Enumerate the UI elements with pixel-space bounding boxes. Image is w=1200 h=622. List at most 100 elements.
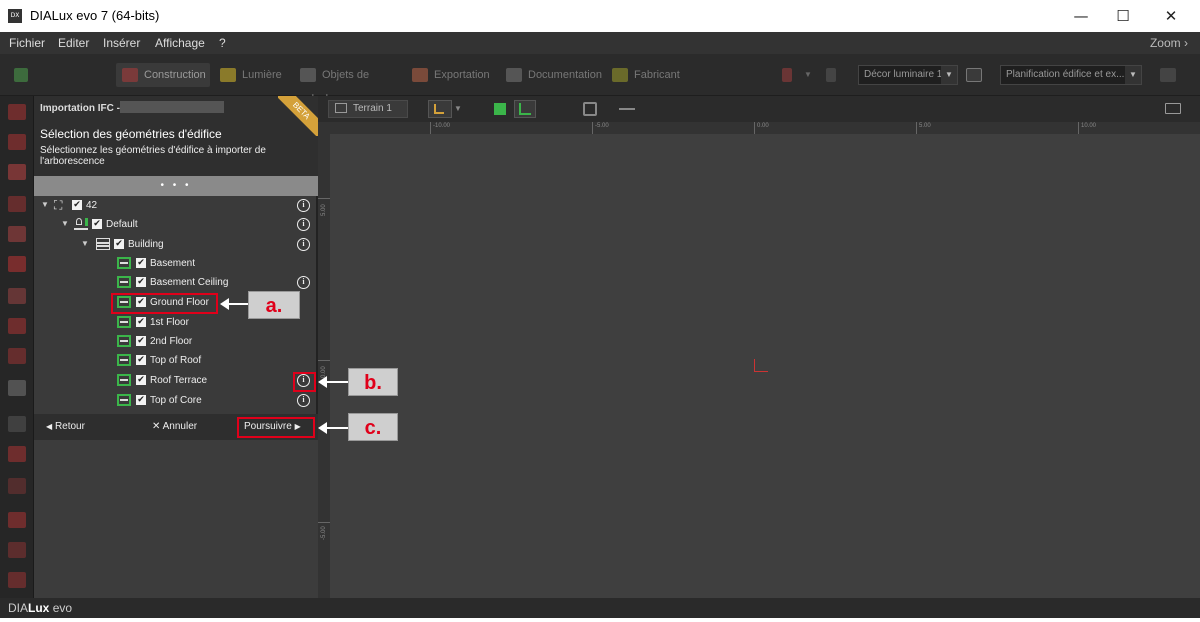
menu-fichier[interactable]: Fichier: [9, 36, 45, 50]
tool-window-icon[interactable]: [8, 226, 26, 242]
planning-dropdown[interactable]: Planification édifice et ex... ▼: [1000, 65, 1142, 85]
menu-editer[interactable]: Editer: [58, 36, 89, 50]
close-button[interactable]: ✕: [1148, 0, 1194, 32]
info-icon[interactable]: i: [297, 238, 310, 251]
window-title: DIALux evo 7 (64-bits): [30, 8, 160, 23]
tool-layer-icon[interactable]: [8, 512, 26, 528]
tree-item-floor[interactable]: ✔ Top of Roof: [34, 351, 318, 370]
menu-inserer[interactable]: Insérer: [103, 36, 140, 50]
view-3d-icon[interactable]: [490, 100, 510, 118]
checkbox[interactable]: ✔: [136, 258, 146, 268]
maximize-button[interactable]: ☐: [1100, 0, 1146, 32]
checkbox[interactable]: ✔: [136, 317, 146, 327]
view-floorplan-icon[interactable]: [514, 100, 536, 118]
tree-item-floor[interactable]: ✔ Basement Ceiling i: [34, 273, 318, 292]
tab-fabricant[interactable]: Fabricant: [612, 63, 692, 87]
info-icon[interactable]: i: [297, 199, 310, 212]
tool-wall-icon[interactable]: [8, 134, 26, 150]
tool-floor-icon[interactable]: [8, 164, 26, 180]
zoom-menu[interactable]: Zoom ›: [1150, 36, 1188, 50]
tab-exportation[interactable]: Exportation: [412, 63, 498, 87]
back-arrow-icon: ◀: [46, 422, 53, 431]
save-icon[interactable]: [14, 63, 36, 87]
monitor-icon[interactable]: [966, 63, 988, 87]
ruler-tick: 0.00: [318, 360, 330, 378]
minimize-button[interactable]: —: [1058, 0, 1104, 32]
ruler-tick: 0.00: [754, 122, 769, 134]
tab-construction[interactable]: Construction: [116, 63, 210, 87]
luminaire-icon[interactable]: [782, 63, 796, 87]
tree-item-floor[interactable]: ✔ Top of Core i: [34, 391, 318, 410]
tree-item-floor[interactable]: ✔ Basement: [34, 254, 318, 273]
expand-triangle-icon[interactable]: ▼: [81, 239, 89, 248]
floor-icon: [117, 276, 131, 288]
collapse-handle[interactable]: • • •: [34, 176, 318, 196]
tree-item-floor[interactable]: ✔ Roof Terrace i: [34, 371, 318, 390]
tool-column-icon[interactable]: [8, 288, 26, 304]
tool-door-icon[interactable]: [8, 196, 26, 212]
project-icon: ⛶: [54, 198, 63, 212]
view-dropdown-arrow-icon[interactable]: ▼: [454, 100, 464, 118]
ruler-tick: 10.00: [1078, 122, 1096, 134]
view-2d-icon[interactable]: [428, 100, 452, 118]
checkbox[interactable]: ✔: [92, 219, 102, 229]
menu-help[interactable]: ?: [219, 36, 226, 50]
fit-view-icon[interactable]: [580, 100, 600, 118]
manufacturer-icon: [612, 68, 628, 83]
checkbox[interactable]: ✔: [136, 277, 146, 287]
tool-ceiling-icon[interactable]: [8, 256, 26, 272]
back-button[interactable]: ◀ Retour: [46, 421, 85, 432]
info-icon[interactable]: i: [297, 276, 310, 289]
luminaire-alt-icon[interactable]: [826, 63, 840, 87]
checkbox[interactable]: ✔: [136, 355, 146, 365]
terrain-icon: [335, 103, 347, 114]
expand-triangle-icon[interactable]: ▼: [61, 219, 69, 228]
tool-beam-icon[interactable]: [8, 318, 26, 334]
drawing-canvas[interactable]: [330, 134, 1200, 598]
file-name-field: [120, 101, 224, 113]
decor-luminaire-value: Décor luminaire 1: [864, 69, 943, 80]
tree-item-label: 42: [86, 200, 98, 211]
status-bar: DIALux evo: [0, 598, 1200, 618]
measure-icon[interactable]: [616, 100, 638, 118]
checkbox[interactable]: ✔: [136, 336, 146, 346]
tab-documentation[interactable]: Documentation: [506, 63, 604, 87]
tab-documentation-label: Documentation: [528, 69, 602, 81]
decor-luminaire-dropdown[interactable]: Décor luminaire 1 ▼: [858, 65, 958, 85]
info-icon[interactable]: i: [297, 218, 310, 231]
ruler-tick: 5.00: [916, 122, 931, 134]
tool-settings-icon[interactable]: [8, 572, 26, 588]
screen-icon[interactable]: [1162, 100, 1184, 118]
perspective-icon[interactable]: [1160, 63, 1182, 87]
checkbox[interactable]: ✔: [114, 239, 124, 249]
luminaire-dropdown-arrow-icon[interactable]: ▼: [804, 63, 814, 87]
tool-view-icon[interactable]: [8, 542, 26, 558]
tree-item-site[interactable]: ▼ ✔ Default i: [34, 215, 318, 234]
tab-objets-calcul[interactable]: Objets de calcul: [300, 63, 400, 105]
ruler-tick: -5.00: [592, 122, 609, 134]
checkbox[interactable]: ✔: [136, 375, 146, 385]
highlight-info-roof-terrace: [293, 372, 316, 392]
tool-object-icon[interactable]: [8, 380, 26, 396]
zoom-label: Zoom: [1149, 36, 1181, 50]
tree-item-label: Roof Terrace: [150, 375, 208, 386]
tool-import-icon[interactable]: [8, 478, 26, 494]
callout-c: c.: [348, 413, 398, 441]
tree-item-building[interactable]: ▼ ✔ Building i: [34, 235, 318, 254]
tree-item-floor[interactable]: ✔ 2nd Floor: [34, 332, 318, 351]
tool-material-icon[interactable]: [8, 446, 26, 462]
tree-item-project[interactable]: ▼ ⛶ ✔ 42 i: [34, 196, 318, 215]
terrain-selector[interactable]: Terrain 1: [328, 100, 408, 118]
tool-furniture-icon[interactable]: [8, 416, 26, 432]
expand-triangle-icon[interactable]: ▼: [41, 200, 49, 209]
tab-lumiere[interactable]: Lumière: [220, 63, 290, 87]
menu-affichage[interactable]: Affichage: [155, 36, 205, 50]
checkbox[interactable]: ✔: [72, 200, 82, 210]
info-icon[interactable]: i: [297, 394, 310, 407]
floor-icon: [117, 257, 131, 269]
tool-room-icon[interactable]: [8, 104, 26, 120]
floor-icon: [117, 354, 131, 366]
checkbox[interactable]: ✔: [136, 395, 146, 405]
cancel-button[interactable]: ✕ Annuler: [152, 421, 197, 432]
tool-stairs-icon[interactable]: [8, 348, 26, 364]
